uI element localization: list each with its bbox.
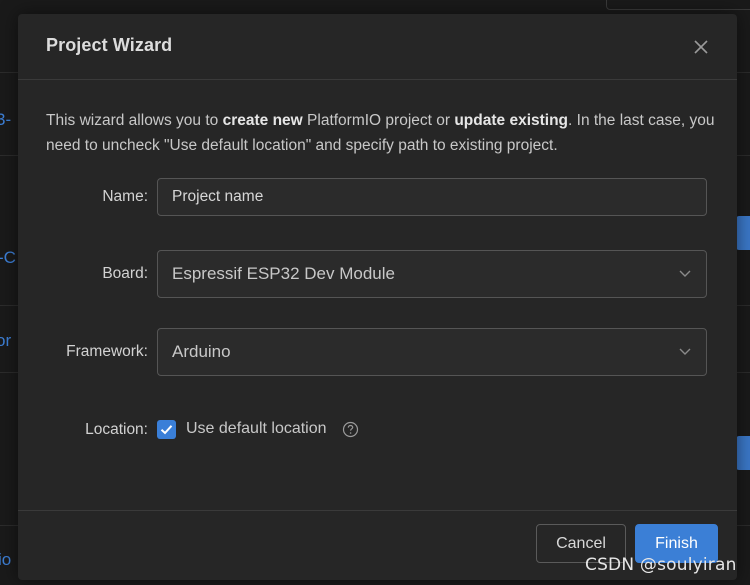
location-label: Location: — [85, 421, 148, 438]
framework-label: Framework: — [66, 343, 148, 360]
background-side-tab — [736, 216, 750, 250]
board-select[interactable]: Espressif ESP32 Dev Module — [157, 250, 707, 298]
watermark: CSDN @soulyiran — [585, 555, 737, 575]
framework-select[interactable]: Arduino — [157, 328, 707, 376]
dialog-title: Project Wizard — [46, 35, 173, 55]
framework-selected-value: Arduino — [172, 342, 231, 361]
background-link-fragment: -C — [0, 248, 16, 267]
use-default-location-checkbox[interactable] — [157, 420, 176, 439]
dialog-header: Project Wizard — [18, 14, 737, 80]
board-selected-value: Espressif ESP32 Dev Module — [172, 264, 395, 283]
checkmark-icon — [160, 425, 173, 435]
intro-text-part: This wizard allows you to — [46, 112, 223, 129]
background-link-fragment: 3- — [0, 110, 12, 129]
background-link-fragment: io — [0, 550, 12, 569]
project-name-placeholder: Project name — [172, 188, 264, 205]
name-label: Name: — [102, 188, 148, 205]
board-label: Board: — [102, 265, 148, 282]
use-default-location-label[interactable]: Use default location — [186, 420, 327, 438]
dialog-intro-text: This wizard allows you to create new Pla… — [46, 108, 716, 158]
project-wizard-dialog: Project Wizard This wizard allows you to… — [18, 14, 737, 580]
chevron-down-icon — [679, 348, 691, 355]
close-icon[interactable] — [690, 36, 712, 58]
intro-text-part: PlatformIO project or — [302, 112, 455, 129]
question-circle-icon[interactable] — [342, 421, 359, 438]
intro-emphasis: create new — [222, 112, 303, 129]
intro-emphasis: update existing — [454, 112, 569, 129]
dialog-footer-divider — [18, 510, 737, 511]
chevron-down-icon — [679, 270, 691, 277]
background-search-box — [606, 0, 750, 10]
project-name-input[interactable]: Project name — [157, 178, 707, 216]
background-side-tab — [736, 436, 750, 470]
background-link-fragment: or — [0, 331, 12, 350]
